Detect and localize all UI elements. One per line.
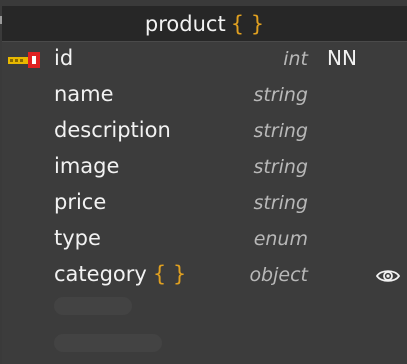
- field-name: image: [54, 154, 120, 178]
- field-type: string: [253, 192, 308, 214]
- entity-card-product[interactable]: product { } id int NN name string descri…: [2, 6, 407, 364]
- entity-title: product: [144, 11, 226, 36]
- field-type: enum: [253, 228, 308, 250]
- field-name: price: [54, 190, 107, 214]
- entity-header[interactable]: product { }: [2, 6, 407, 42]
- diagram-canvas: product { } id int NN name string descri…: [0, 0, 407, 364]
- field-row-type[interactable]: type enum: [2, 222, 407, 258]
- field-name-text: category: [54, 262, 147, 286]
- field-name: name: [54, 82, 114, 106]
- field-row-category[interactable]: category{ } object: [2, 258, 407, 294]
- field-type: object: [249, 264, 308, 286]
- field-type: string: [253, 120, 308, 142]
- field-row-image[interactable]: image string: [2, 150, 407, 186]
- primary-key-icon: [8, 52, 40, 68]
- field-name: id: [54, 46, 74, 70]
- loading-placeholder: [54, 297, 132, 315]
- field-row-description[interactable]: description string: [2, 114, 407, 150]
- field-row-price[interactable]: price string: [2, 186, 407, 222]
- loading-placeholder: [54, 334, 162, 352]
- field-type: int: [283, 48, 308, 70]
- field-name: category{ }: [54, 262, 186, 286]
- not-null-flag: NN: [327, 46, 357, 70]
- field-row-id[interactable]: id int NN: [2, 42, 407, 78]
- field-name: description: [54, 118, 171, 142]
- field-name: type: [54, 226, 101, 250]
- entity-object-braces: { }: [230, 11, 265, 36]
- field-row-name[interactable]: name string: [2, 78, 407, 114]
- field-type: string: [253, 84, 308, 106]
- field-object-braces: { }: [152, 262, 187, 286]
- field-type: string: [253, 156, 308, 178]
- eye-icon[interactable]: [375, 267, 401, 285]
